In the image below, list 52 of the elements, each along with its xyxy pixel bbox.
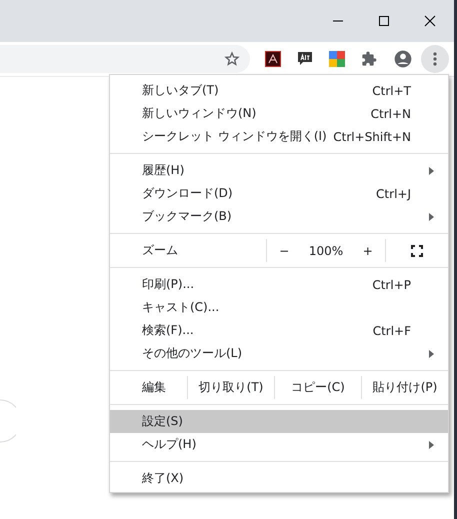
menu-item-label: その他のツール(L): [142, 345, 244, 362]
menu-item[interactable]: キャスト(C)...: [110, 296, 448, 319]
menu-item-label: 履歴(H): [142, 162, 186, 179]
menu-item-label: 終了(X): [142, 470, 185, 487]
menu-item[interactable]: その他のツール(L): [110, 342, 448, 365]
menu-item[interactable]: 検索(F)... Ctrl+F: [110, 319, 448, 342]
edit-action-button[interactable]: 貼り付け(P): [361, 376, 448, 399]
shortcut-label: Ctrl+Shift+N: [333, 130, 411, 144]
more-icon: [433, 52, 437, 66]
menu-item[interactable]: ダウンロード(D) Ctrl+J: [110, 182, 448, 205]
menu-item-label: ブックマーク(B): [142, 208, 233, 225]
edit-action-button[interactable]: コピー(C): [274, 376, 361, 399]
menu-item[interactable]: 新しいタブ(T) Ctrl+T: [110, 79, 448, 102]
speech-bubble-icon[interactable]: [297, 51, 313, 67]
menu-item[interactable]: 印刷(P)... Ctrl+P: [110, 273, 448, 296]
menu-item-label: 新しいウィンドウ(N): [142, 105, 258, 122]
menu-item[interactable]: 履歴(H): [110, 159, 448, 182]
colored-squares-icon[interactable]: [329, 51, 345, 67]
menu-item-label: ヘルプ(H): [142, 436, 198, 453]
menu-item-label: 検索(F)...: [142, 322, 195, 339]
menu-item-label: 印刷(P)...: [142, 276, 196, 293]
menu-item[interactable]: 新しいウィンドウ(N) Ctrl+N: [110, 102, 448, 125]
menu-item[interactable]: ヘルプ(H): [110, 433, 448, 456]
menu-item-label: 設定(S): [142, 413, 184, 430]
edit-label: 編集: [141, 379, 167, 396]
shortcut-label: Ctrl+J: [376, 186, 411, 200]
maximize-icon[interactable]: [378, 15, 390, 27]
close-icon[interactable]: [424, 15, 436, 27]
menu-item-label: シークレット ウィンドウを開く(I): [142, 128, 328, 145]
zoom-out-button[interactable]: −: [274, 244, 294, 258]
menu-item-label: ダウンロード(D): [142, 185, 234, 202]
menu-item-label: 新しいタブ(T): [142, 82, 220, 99]
menu-button[interactable]: [421, 45, 449, 73]
menu-item[interactable]: シークレット ウィンドウを開く(I) Ctrl+Shift+N: [110, 125, 448, 148]
account-icon[interactable]: [393, 49, 413, 69]
zoom-level: 100%: [308, 244, 344, 258]
document-extension-icon[interactable]: [265, 51, 281, 67]
shortcut-label: Ctrl+N: [370, 106, 411, 120]
star-icon[interactable]: [224, 51, 240, 67]
zoom-in-button[interactable]: +: [358, 244, 378, 258]
shortcut-label: Ctrl+F: [372, 324, 411, 338]
circle-outline: [0, 399, 16, 443]
menu-item[interactable]: 設定(S): [110, 410, 448, 433]
puzzle-icon[interactable]: [361, 51, 377, 67]
shortcut-label: Ctrl+T: [372, 84, 411, 98]
menu-item[interactable]: 終了(X): [110, 467, 448, 490]
zoom-label: ズーム: [141, 242, 179, 259]
menu-item[interactable]: ブックマーク(B): [110, 205, 448, 228]
edit-action-button[interactable]: 切り取り(T): [187, 376, 274, 399]
fullscreen-icon: [411, 244, 423, 256]
shortcut-label: Ctrl+P: [372, 278, 411, 292]
menu-item-label: キャスト(C)...: [142, 299, 220, 316]
